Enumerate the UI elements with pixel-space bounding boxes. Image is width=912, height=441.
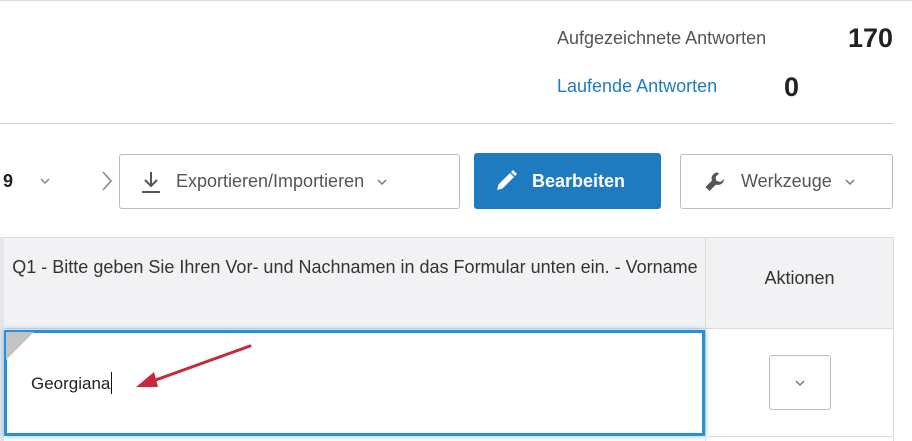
column-divider [705, 237, 706, 441]
in-progress-responses-count: 0 [784, 72, 800, 102]
annotation-arrow-icon [136, 344, 252, 387]
tools-button[interactable]: Werkzeuge [680, 154, 893, 209]
download-icon [142, 171, 160, 193]
row-actions-button[interactable] [769, 355, 831, 410]
chevron-right-icon[interactable] [98, 169, 116, 193]
cell-text: Georgiana [31, 374, 111, 393]
chevron-down-icon [795, 379, 805, 386]
row-divider [705, 436, 893, 437]
column-header-q1[interactable]: Q1 - Bitte geben Sie Ihren Vor- und Nach… [10, 252, 700, 282]
recorded-responses-label: Aufgezeichnete Antworten [557, 28, 767, 48]
chevron-down-icon [845, 178, 855, 185]
export-import-button[interactable]: Exportieren/Importieren [119, 154, 460, 209]
section-divider [0, 123, 893, 124]
page-count: 9 [3, 171, 14, 191]
edited-cell-marker [6, 332, 34, 360]
table-cell-value[interactable]: Georgiana [31, 372, 113, 394]
table-right-border [893, 237, 894, 441]
recorded-responses-count: 170 [848, 23, 894, 53]
in-progress-responses-link[interactable]: Laufende Antworten [557, 76, 717, 97]
chevron-down-icon[interactable] [38, 174, 52, 188]
edit-button[interactable]: Bearbeiten [474, 153, 661, 209]
edit-label: Bearbeiten [532, 170, 626, 191]
text-caret [111, 372, 113, 394]
top-divider [0, 0, 912, 1]
wrench-icon [705, 172, 724, 191]
export-import-label: Exportieren/Importieren [176, 171, 365, 191]
tools-label: Werkzeuge [741, 171, 832, 191]
chevron-down-icon [377, 178, 387, 185]
pencil-icon [497, 170, 517, 190]
column-header-actions: Aktionen [764, 268, 835, 288]
